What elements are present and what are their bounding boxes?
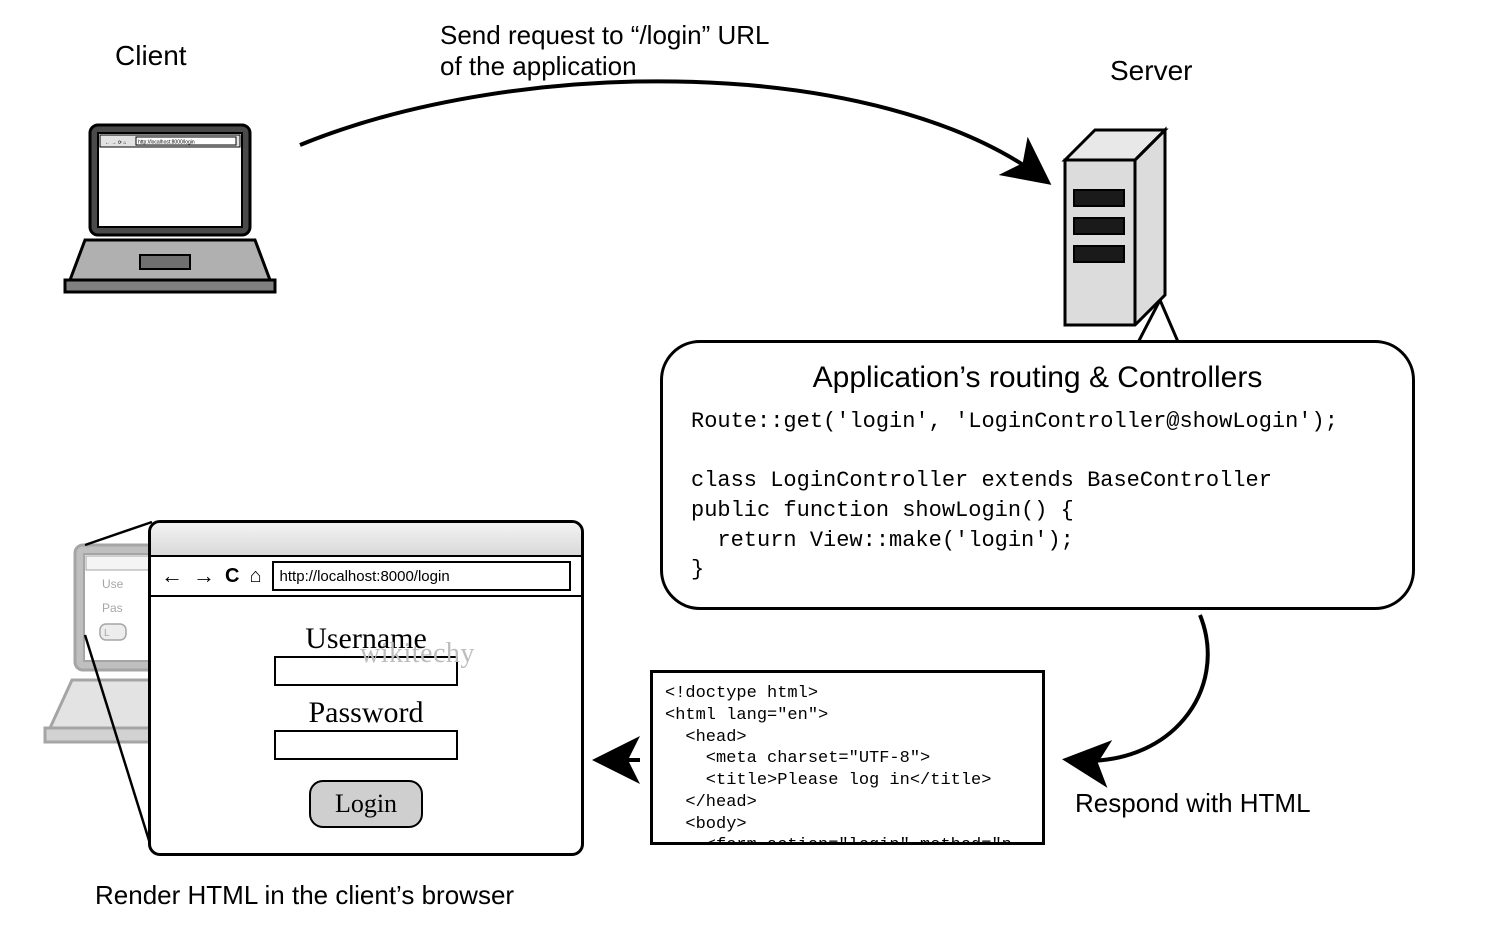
mini-url: http://localhost:8000/login [138,140,195,146]
password-input[interactable] [274,730,458,760]
username-label: Username [274,624,458,654]
server-icon [1060,125,1190,330]
username-input[interactable] [274,656,458,686]
client-label: Client [115,40,187,72]
diagram-stage: Client Server Send request to “/login” U… [0,0,1500,940]
rendered-browser-window: ← → C ⌂ http://localhost:8000/login User… [148,520,584,856]
svg-text:Pas: Pas [102,601,123,615]
server-label: Server [1110,55,1192,87]
client-laptop-icon: ← → ⟳ ⌂ http://localhost:8000/login [60,120,280,300]
reload-icon[interactable]: C [225,566,239,586]
bubble-code: Route::get('login', 'LoginController@sho… [691,407,1384,585]
password-label: Password [274,698,458,728]
browser-titlebar [151,523,581,557]
request-label: Send request to “/login” URL of the appl… [440,20,770,82]
login-form: Username Password Login [151,597,581,855]
html-response-code: <!doctype html> <html lang="en"> <head> … [665,683,1030,845]
login-button[interactable]: Login [309,780,423,828]
forward-icon[interactable]: → [193,565,215,587]
svg-text:← → ⟳ ⌂: ← → ⟳ ⌂ [105,140,126,146]
back-icon[interactable]: ← [161,565,183,587]
url-bar[interactable]: http://localhost:8000/login [272,561,571,591]
svg-text:Use: Use [102,577,124,591]
browser-toolbar: ← → C ⌂ http://localhost:8000/login [151,557,581,597]
routing-bubble: Application’s routing & Controllers Rout… [660,340,1415,610]
respond-label: Respond with HTML [1075,788,1311,819]
login-button-label: Login [335,789,397,819]
render-label: Render HTML in the client’s browser [95,880,514,911]
bubble-heading: Application’s routing & Controllers [691,361,1384,395]
url-text: http://localhost:8000/login [280,568,450,585]
home-icon[interactable]: ⌂ [249,566,261,586]
html-response-box: <!doctype html> <html lang="en"> <head> … [650,670,1045,845]
svg-text:L: L [104,628,110,639]
